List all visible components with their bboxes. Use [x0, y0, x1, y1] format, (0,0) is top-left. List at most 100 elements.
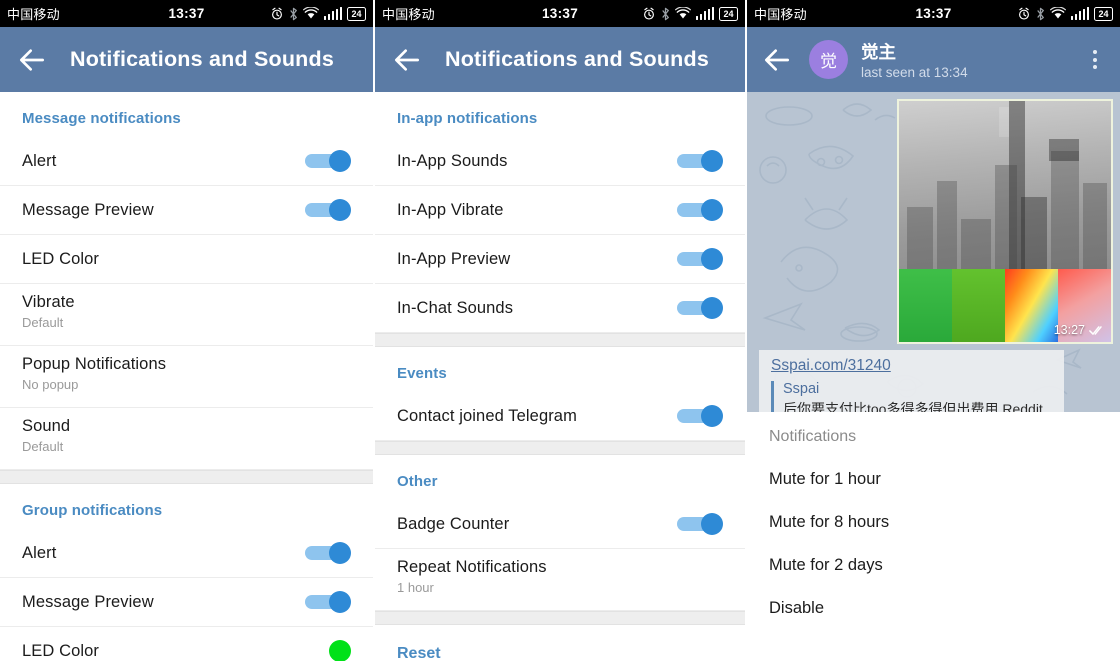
alarm-icon	[1018, 7, 1029, 20]
toggle-group-message-preview[interactable]	[305, 591, 351, 613]
phone-screen-2: 中国移动 13:37 24 Notifications and Sounds I…	[375, 0, 745, 661]
battery-icon: 24	[719, 6, 738, 21]
section-header-other: Other	[397, 473, 438, 490]
overflow-menu-icon[interactable]	[1084, 45, 1106, 75]
section-header-message-notifications: Message notifications	[22, 110, 181, 127]
settings-list-1: Message notifications Alert Message Prev…	[0, 92, 373, 661]
chat-identity[interactable]: 觉主 last seen at 13:34	[861, 39, 968, 80]
chat-message-area: 13:27 Sspai.com/31240 Sspai 后你要支付比too多得多…	[747, 92, 1120, 412]
photo-image	[899, 101, 1111, 269]
status-icons: 24	[270, 6, 366, 21]
reset-section[interactable]: Reset	[375, 625, 745, 661]
photo-message[interactable]: 13:27	[897, 99, 1113, 344]
setting-row-message-preview[interactable]: Message Preview	[0, 186, 373, 235]
alarm-icon	[643, 7, 654, 20]
setting-row-alert[interactable]: Alert	[0, 137, 373, 186]
back-arrow-icon[interactable]	[391, 44, 423, 76]
sheet-item-mute-8-hours[interactable]: Mute for 8 hours	[769, 495, 1098, 538]
status-icons: 24	[1017, 6, 1113, 21]
link-description: 后你要支付比too多得多得但出费用 Reddit	[783, 401, 1043, 412]
battery-icon: 24	[1094, 6, 1113, 21]
status-bar-1: 中国移动 13:37 24	[0, 0, 373, 27]
link-preview-card[interactable]: Sspai.com/31240 Sspai 后你要支付比too多得多得但出费用 …	[759, 350, 1064, 412]
setting-row-repeat-notifications[interactable]: Repeat Notifications 1 hour	[375, 549, 745, 611]
link-url[interactable]: Sspai.com/31240	[771, 357, 1052, 375]
setting-row-group-alert[interactable]: Alert	[0, 529, 373, 578]
wifi-icon	[1049, 7, 1066, 19]
toggle-in-chat-sounds[interactable]	[677, 297, 723, 319]
sheet-item-disable[interactable]: Disable	[769, 581, 1098, 624]
app-bar-2: Notifications and Sounds	[375, 27, 745, 92]
toggle-in-app-preview[interactable]	[677, 248, 723, 270]
page-title: Notifications and Sounds	[70, 47, 334, 71]
setting-row-in-app-vibrate[interactable]: In-App Vibrate	[375, 186, 745, 235]
row-label: In-App Vibrate	[397, 200, 504, 219]
phone-screen-1: 中国移动 13:37 24 Notifications and Sounds M…	[0, 0, 373, 661]
signal-icon	[323, 7, 342, 20]
sheet-item-mute-2-days[interactable]: Mute for 2 days	[769, 538, 1098, 581]
setting-row-contact-joined-telegram[interactable]: Contact joined Telegram	[375, 392, 745, 441]
toggle-in-app-sounds[interactable]	[677, 150, 723, 172]
row-label: Message Preview	[22, 592, 154, 611]
link-quote-block: Sspai 后你要支付比too多得多得但出费用 Reddit	[771, 381, 1052, 412]
wifi-icon	[302, 7, 319, 19]
setting-row-in-chat-sounds[interactable]: In-Chat Sounds	[375, 284, 745, 333]
sheet-title: Notifications	[769, 428, 857, 445]
bluetooth-icon	[1036, 7, 1044, 20]
alarm-icon	[271, 7, 282, 20]
toggle-badge-counter[interactable]	[677, 513, 723, 535]
section-divider	[375, 611, 745, 625]
row-label: Message Preview	[22, 200, 154, 219]
setting-row-group-message-preview[interactable]: Message Preview	[0, 578, 373, 627]
section-header-in-app-notifications: In-app notifications	[397, 110, 538, 127]
row-value: 1 hour	[397, 580, 434, 595]
led-color-indicator[interactable]	[329, 640, 351, 661]
reset-button[interactable]: Reset	[397, 645, 723, 661]
setting-row-led-color[interactable]: LED Color	[0, 235, 373, 284]
row-label: Contact joined Telegram	[397, 406, 577, 425]
section-divider	[375, 333, 745, 347]
double-check-icon	[1089, 325, 1102, 335]
row-label: LED Color	[22, 249, 100, 268]
setting-row-group-led-color[interactable]: LED Color	[0, 627, 373, 661]
toggle-group-alert[interactable]	[305, 542, 351, 564]
battery-icon: 24	[347, 6, 366, 21]
setting-row-vibrate[interactable]: Vibrate Default	[0, 284, 373, 346]
row-label: Popup Notifications	[22, 355, 167, 373]
setting-row-popup-notifications[interactable]: Popup Notifications No popup	[0, 346, 373, 408]
toggle-message-preview[interactable]	[305, 199, 351, 221]
setting-row-in-app-sounds[interactable]: In-App Sounds	[375, 137, 745, 186]
signal-icon	[695, 7, 714, 20]
toggle-alert[interactable]	[305, 150, 351, 172]
chat-title: 觉主	[861, 42, 896, 62]
row-value: Default	[22, 439, 64, 454]
status-bar-2: 中国移动 13:37 24	[375, 0, 745, 27]
setting-row-sound[interactable]: Sound Default	[0, 408, 373, 470]
avatar[interactable]: 觉	[809, 40, 848, 79]
row-label: Alert	[22, 543, 57, 562]
setting-row-badge-counter[interactable]: Badge Counter	[375, 500, 745, 549]
link-site-name: Sspai	[783, 381, 820, 397]
phone-screen-3: 中国移动 13:37 24 觉 觉主 last seen at 13:34 13…	[747, 0, 1120, 661]
back-arrow-icon[interactable]	[761, 44, 793, 76]
row-value: Default	[22, 315, 64, 330]
wifi-icon	[674, 7, 691, 19]
toggle-in-app-vibrate[interactable]	[677, 199, 723, 221]
message-meta: 13:27	[1054, 323, 1105, 337]
chat-app-bar: 觉 觉主 last seen at 13:34	[747, 27, 1120, 92]
status-icons: 24	[642, 6, 738, 21]
row-label: Repeat Notifications	[397, 558, 547, 576]
row-label: In-App Sounds	[397, 151, 508, 170]
avatar-letter: 觉	[820, 52, 837, 71]
row-label: Sound	[22, 417, 71, 435]
toggle-contact-joined-telegram[interactable]	[677, 405, 723, 427]
row-label: In-App Preview	[397, 249, 511, 268]
row-label: Badge Counter	[397, 514, 510, 533]
setting-row-in-app-preview[interactable]: In-App Preview	[375, 235, 745, 284]
app-bar-1: Notifications and Sounds	[0, 27, 373, 92]
sheet-item-mute-1-hour[interactable]: Mute for 1 hour	[769, 452, 1098, 495]
back-arrow-icon[interactable]	[16, 44, 48, 76]
section-divider	[0, 470, 373, 484]
row-label: LED Color	[22, 641, 100, 660]
signal-icon	[1070, 7, 1089, 20]
